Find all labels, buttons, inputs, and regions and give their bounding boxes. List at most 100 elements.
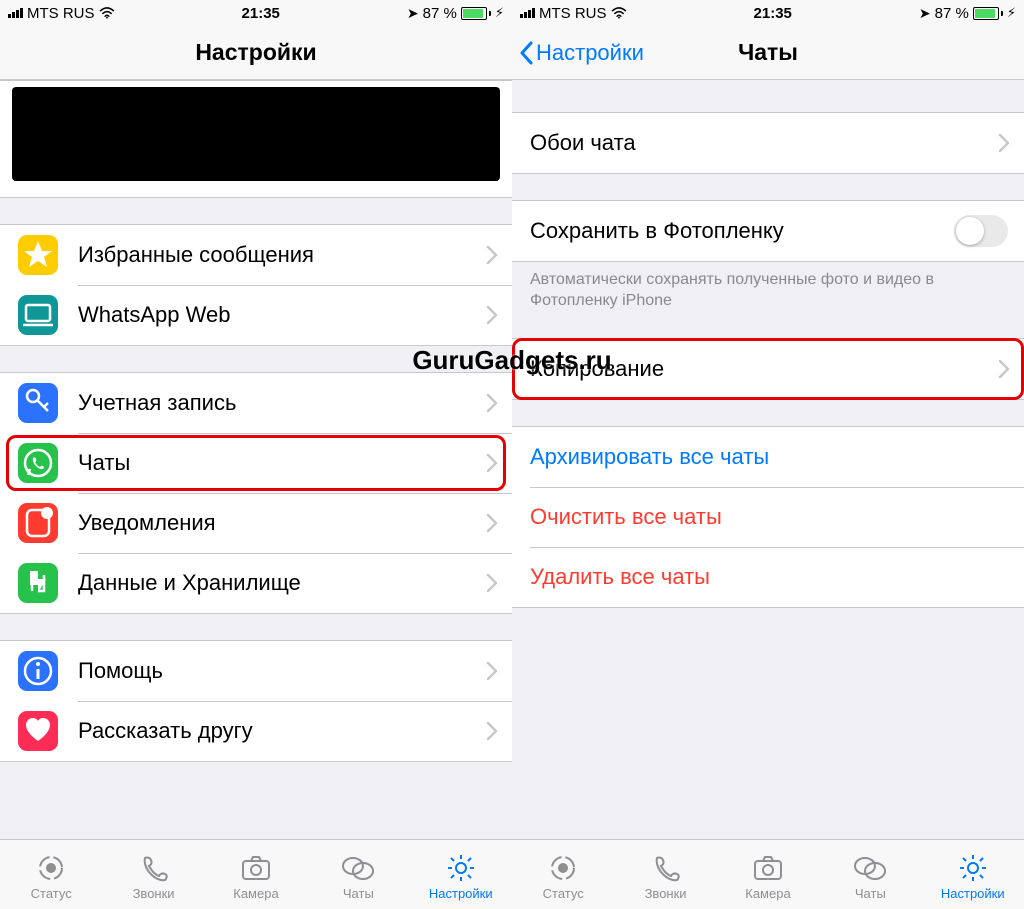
screenshot-settings: MTS RUS 21:35 ➤ 87 % ⚡︎ Настройки Избран… (0, 0, 512, 909)
battery-pct: 87 % (423, 5, 457, 22)
watermark-text: GuruGadgets.ru (412, 345, 611, 376)
tab-settings[interactable]: Настройки (421, 852, 501, 901)
clock: 21:35 (754, 5, 792, 22)
group-save-media: Сохранить в Фотопленку (512, 200, 1024, 262)
row-label: Удалить все чаты (530, 564, 1024, 590)
tab-label: Звонки (133, 886, 175, 901)
row-label: Сохранить в Фотопленку (530, 218, 954, 244)
row-data-storage[interactable]: Данные и Хранилище (0, 553, 512, 613)
tab-settings[interactable]: Настройки (933, 852, 1013, 901)
tab-camera[interactable]: Камера (728, 852, 808, 901)
tab-label: Камера (745, 886, 790, 901)
tab-label: Камера (233, 886, 278, 901)
row-label: Данные и Хранилище (78, 570, 486, 596)
tab-label: Звонки (645, 886, 687, 901)
star-icon (18, 235, 58, 275)
row-label: Обои чата (530, 130, 998, 156)
clock: 21:35 (242, 5, 280, 22)
chevron-right-icon (998, 133, 1010, 153)
wifi-icon (611, 7, 627, 19)
profile-redacted (12, 87, 500, 181)
row-label: Избранные сообщения (78, 242, 486, 268)
row-help[interactable]: Помощь (0, 641, 512, 701)
battery-icon (973, 7, 1003, 20)
tab-bar: Статус Звонки Камера Чаты Настройки (0, 839, 512, 909)
chevron-right-icon (486, 721, 498, 741)
profile-row[interactable] (0, 80, 512, 198)
nav-title: Чаты (738, 39, 798, 66)
group-wallpaper: Обои чата (512, 112, 1024, 174)
tab-label: Статус (543, 886, 584, 901)
row-label: Чаты (78, 450, 486, 476)
chevron-right-icon (998, 359, 1010, 379)
carrier-label: MTS RUS (539, 5, 607, 22)
row-label: Помощь (78, 658, 486, 684)
row-chat-wallpaper[interactable]: Обои чата (512, 113, 1024, 173)
tab-chats[interactable]: Чаты (318, 852, 398, 901)
group-account-chats: Учетная запись Чаты Уведомления Данные и… (0, 372, 512, 614)
tab-bar: Статус Звонки Камера Чаты Настройки (512, 839, 1024, 909)
tab-calls[interactable]: Звонки (114, 852, 194, 901)
tab-label: Чаты (343, 886, 374, 901)
tab-calls[interactable]: Звонки (626, 852, 706, 901)
charging-icon: ⚡︎ (495, 5, 504, 21)
row-label: Очистить все чаты (530, 504, 1024, 530)
row-label: Архивировать все чаты (530, 444, 1024, 470)
chevron-right-icon (486, 513, 498, 533)
tab-camera[interactable]: Камера (216, 852, 296, 901)
group-chat-actions: Архивировать все чаты Очистить все чаты … (512, 426, 1024, 608)
chevron-right-icon (486, 573, 498, 593)
row-notifications[interactable]: Уведомления (0, 493, 512, 553)
signal-icon (8, 8, 23, 18)
tab-label: Чаты (855, 886, 886, 901)
chevron-right-icon (486, 305, 498, 325)
row-label: Учетная запись (78, 390, 486, 416)
battery-pct: 87 % (935, 5, 969, 22)
row-label: WhatsApp Web (78, 302, 486, 328)
back-button[interactable]: Настройки (518, 40, 644, 66)
save-media-hint: Автоматически сохранять полученные фото … (512, 262, 1024, 312)
row-account[interactable]: Учетная запись (0, 373, 512, 433)
tab-status[interactable]: Статус (523, 852, 603, 901)
notification-icon (18, 503, 58, 543)
nav-bar: Настройки Чаты (512, 26, 1024, 80)
location-icon: ➤ (919, 5, 931, 22)
chevron-right-icon (486, 393, 498, 413)
key-icon (18, 383, 58, 423)
row-whatsapp-web[interactable]: WhatsApp Web (0, 285, 512, 345)
battery-icon (461, 7, 491, 20)
tab-label: Настройки (429, 886, 493, 901)
screenshot-chats-settings: MTS RUS 21:35 ➤ 87 % ⚡︎ Настройки Чаты (512, 0, 1024, 909)
row-archive-all[interactable]: Архивировать все чаты (512, 427, 1024, 487)
row-delete-all[interactable]: Удалить все чаты (512, 547, 1024, 607)
row-label: Рассказать другу (78, 718, 486, 744)
row-starred-messages[interactable]: Избранные сообщения (0, 225, 512, 285)
whatsapp-icon (18, 443, 58, 483)
carrier-label: MTS RUS (27, 5, 95, 22)
nav-title: Настройки (195, 39, 316, 66)
tab-label: Статус (31, 886, 72, 901)
status-bar: MTS RUS 21:35 ➤ 87 % ⚡︎ (512, 0, 1024, 26)
tab-label: Настройки (941, 886, 1005, 901)
laptop-icon (18, 295, 58, 335)
group-starred-web: Избранные сообщения WhatsApp Web (0, 224, 512, 346)
toggle-save-media[interactable] (954, 215, 1008, 247)
chevron-left-icon (518, 40, 534, 66)
row-chats[interactable]: Чаты (0, 433, 512, 493)
info-icon (18, 651, 58, 691)
location-icon: ➤ (407, 5, 419, 22)
row-tell-a-friend[interactable]: Рассказать другу (0, 701, 512, 761)
signal-icon (520, 8, 535, 18)
wifi-icon (99, 7, 115, 19)
chevron-right-icon (486, 661, 498, 681)
tab-status[interactable]: Статус (11, 852, 91, 901)
row-save-to-camera-roll[interactable]: Сохранить в Фотопленку (512, 201, 1024, 261)
tab-chats[interactable]: Чаты (830, 852, 910, 901)
status-bar: MTS RUS 21:35 ➤ 87 % ⚡︎ (0, 0, 512, 26)
group-help-tell: Помощь Рассказать другу (0, 640, 512, 762)
chevron-right-icon (486, 245, 498, 265)
row-label: Уведомления (78, 510, 486, 536)
chevron-right-icon (486, 453, 498, 473)
charging-icon: ⚡︎ (1007, 5, 1016, 21)
row-clear-all[interactable]: Очистить все чаты (512, 487, 1024, 547)
